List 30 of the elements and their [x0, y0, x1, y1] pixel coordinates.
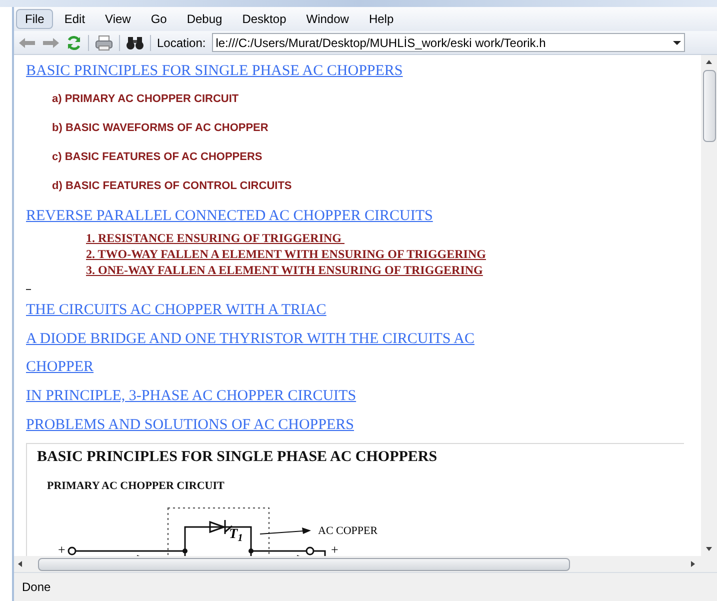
- link[interactable]: A DIODE BRIDGE AND ONE THYRISTOR WITH THE CIRCUITS AC CHOPPER: [26, 325, 526, 381]
- link[interactable]: BASIC PRINCIPLES FOR SINGLE PHASE AC CHOPPERS: [26, 57, 403, 85]
- link[interactable]: PROBLEMS AND SOLUTIONS OF AC CHOPPERS: [26, 411, 354, 439]
- outline-item: c) BASIC FEATURES OF AC CHOPPERS: [52, 150, 262, 165]
- menu-item[interactable]: View: [96, 9, 140, 29]
- preview-subheading: PRIMARY AC CHOPPER CIRCUIT: [47, 478, 224, 494]
- menu-item[interactable]: File: [16, 9, 54, 29]
- location-label: Location:: [157, 34, 206, 52]
- link[interactable]: 1. RESISTANCE ENSURING OF TRIGGERING: [86, 230, 344, 246]
- menu-item[interactable]: Edit: [55, 9, 94, 29]
- status-text: Done: [22, 579, 51, 596]
- menu-item[interactable]: Desktop: [233, 9, 296, 29]
- menu-item[interactable]: Go: [142, 9, 176, 29]
- menu-item[interactable]: Help: [360, 9, 403, 29]
- outline-item: a) PRIMARY AC CHOPPER CIRCUIT: [52, 92, 239, 107]
- input-terminal-label: +: [58, 542, 66, 556]
- link[interactable]: IN PRINCIPLE, 3-PHASE AC CHOPPER CIRCUITS: [26, 382, 356, 410]
- link[interactable]: REVERSE PARALLEL CONNECTED AC CHOPPER CIRCUITS: [26, 202, 433, 230]
- link[interactable]: 3. ONE-WAY FALLEN A ELEMENT WITH ENSURING OF TRIGGERING: [86, 262, 483, 278]
- outline-item: d) BASIC FEATURES OF CONTROL CIRCUITS: [52, 179, 292, 194]
- location-field[interactable]: le:///C:/Users/Murat/Desktop/MUHLİS_work/eski work/Teorik.h: [212, 33, 685, 52]
- menu-item[interactable]: Window: [297, 9, 358, 29]
- outline-item: b) BASIC WAVEFORMS OF AC CHOPPER: [52, 121, 268, 136]
- preview-heading: BASIC PRINCIPLES FOR SINGLE PHASE AC CHOPPERS: [37, 448, 438, 467]
- link[interactable]: 2. TWO-WAY FALLEN A ELEMENT WITH ENSURING OF TRIGGERING: [86, 246, 486, 262]
- output-terminal-label: +: [331, 542, 338, 556]
- menu-item[interactable]: Debug: [178, 9, 232, 29]
- thyristor-label: T$_{1}$: [229, 527, 243, 543]
- output-label: AC COPPER: [318, 525, 378, 538]
- link[interactable]: THE CIRCUITS AC CHOPPER WITH A TRIAC: [26, 296, 326, 324]
